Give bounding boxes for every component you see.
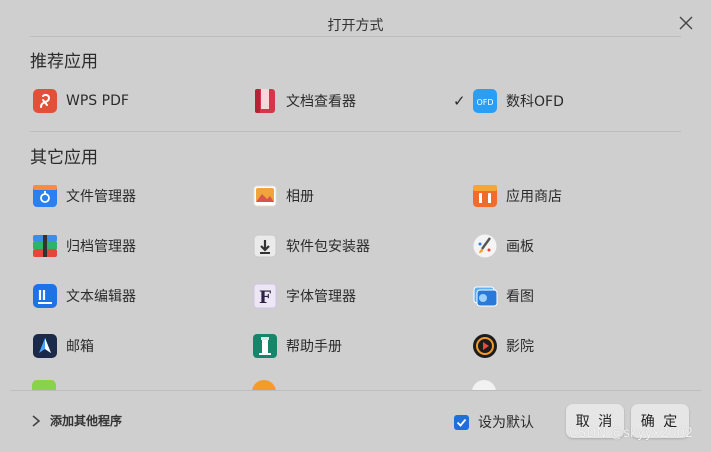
svg-text:F: F [259,288,271,308]
app-label: 数科OFD [506,94,564,110]
app-font-manager[interactable]: F 字体管理器 [252,281,356,311]
app-document-viewer[interactable]: 文档查看器 [252,86,356,116]
document-viewer-icon [252,88,278,114]
close-icon[interactable] [677,14,695,32]
app-store-icon [472,183,498,209]
app-label: 文件管理器 [66,189,136,205]
package-installer-icon [252,233,278,259]
app-label: 文本编辑器 [66,289,136,305]
footer-divider [10,390,701,391]
app-wps-pdf[interactable]: WPS PDF [32,86,129,116]
album-icon [252,183,278,209]
clipped-app-icon [252,380,276,390]
app-label: 看图 [506,289,534,305]
text-editor-icon [32,283,58,309]
app-manual[interactable]: 帮助手册 [252,331,342,361]
draw-icon [472,233,498,259]
app-label: WPS PDF [66,93,129,109]
checkbox-checked-icon [454,414,469,430]
app-label: 归档管理器 [66,239,136,255]
manual-icon [252,333,278,359]
add-other-label: 添加其他程序 [50,414,123,428]
watermark: CSDN @skyyx2002 [569,426,694,441]
open-with-dialog: 打开方式 推荐应用 WPS PDF 文档查看器 ✓ OFD 数科OFD 其它应用… [0,0,711,452]
image-viewer-icon [472,283,498,309]
title-divider [30,36,681,37]
app-label: 邮箱 [66,339,94,355]
add-other-program-button[interactable]: 添加其他程序 [30,412,122,429]
file-manager-icon [32,183,58,209]
app-label: 相册 [286,189,314,205]
dialog-title: 打开方式 [327,18,384,34]
app-label: 字体管理器 [286,289,356,305]
app-album[interactable]: 相册 [252,181,314,211]
section-divider [30,131,681,132]
chevron-right-icon [32,414,41,427]
movie-icon [472,333,498,359]
app-image-viewer[interactable]: 看图 [472,281,534,311]
set-default-checkbox[interactable]: 设为默认 [454,412,534,432]
app-file-manager[interactable]: 文件管理器 [32,181,136,211]
app-archive-manager[interactable]: 归档管理器 [32,231,136,261]
others-heading: 其它应用 [30,148,98,168]
app-label: 应用商店 [506,189,562,205]
clipped-app-icon [472,380,496,390]
app-label: 影院 [506,339,534,355]
clipped-app-icon [32,380,56,390]
set-default-label: 设为默认 [478,415,534,431]
app-label: 文档查看器 [286,94,356,110]
app-ofd[interactable]: OFD 数科OFD [472,86,564,116]
ofd-icon: OFD [472,88,498,114]
scroll-clipped-row [0,376,711,390]
app-label: 帮助手册 [286,339,342,355]
app-store[interactable]: 应用商店 [472,181,562,211]
selected-check-icon: ✓ [453,92,466,110]
app-mail[interactable]: 邮箱 [32,331,94,361]
app-movie[interactable]: 影院 [472,331,534,361]
app-label: 画板 [506,239,534,255]
mail-icon [32,333,58,359]
app-draw[interactable]: 画板 [472,231,534,261]
wps-pdf-icon [32,88,58,114]
app-text-editor[interactable]: 文本编辑器 [32,281,136,311]
app-label: 软件包安装器 [286,239,370,255]
app-package-installer[interactable]: 软件包安装器 [252,231,370,261]
font-manager-icon: F [252,283,278,309]
archive-manager-icon [32,233,58,259]
svg-text:OFD: OFD [476,98,493,107]
recommended-heading: 推荐应用 [30,52,98,72]
